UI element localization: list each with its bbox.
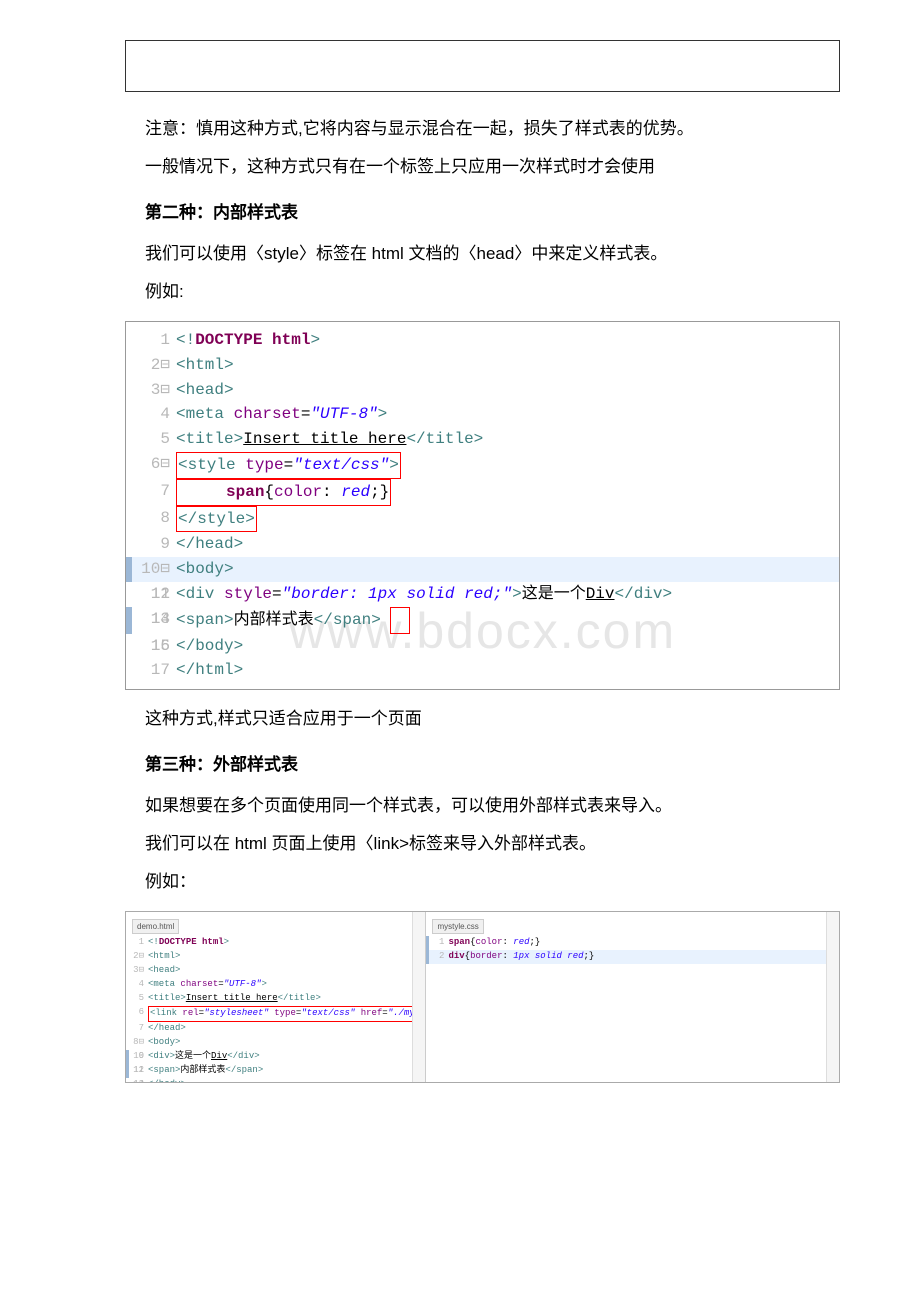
scrollbar-shade	[412, 912, 425, 1082]
code-line: 6<link rel="stylesheet" type="text/css" …	[126, 1006, 425, 1022]
paragraph-external-1: 如果想要在多个页面使用同一个样式表，可以使用外部样式表来导入。	[145, 789, 870, 823]
code-line: 8⊟<body>	[126, 1036, 425, 1050]
paragraph-external-3: 例如：	[145, 865, 870, 899]
scrollbar-shade	[826, 912, 839, 1082]
tab-label-html: demo.html	[132, 919, 179, 934]
paragraph-external-2: 我们可以在 html 页面上使用〈link>标签来导入外部样式表。	[145, 827, 870, 861]
code-example-external: demo.html 1<!DOCTYPE html>2⊟<html>3⊟<hea…	[125, 911, 840, 1083]
code-line: 12<div style="border: 1px solid red;">这是…	[126, 582, 839, 607]
code-line: 2⊟<html>	[126, 950, 425, 964]
code-line: 5<title>Insert title here</title>	[126, 992, 425, 1006]
paragraph-internal-2: 例如:	[145, 275, 870, 309]
code-pane-html: demo.html 1<!DOCTYPE html>2⊟<html>3⊟<hea…	[126, 912, 426, 1082]
paragraph-internal-3: 这种方式,样式只适合应用于一个页面	[145, 702, 870, 736]
code-line: 7</head>	[126, 1022, 425, 1036]
code-line: 6⊟<style type="text/css">	[126, 452, 839, 479]
code-line: 14</body>	[126, 1078, 425, 1083]
code-line: 1span{color: red;}	[426, 936, 839, 950]
heading-external-stylesheet: 第三种：外部样式表	[145, 750, 870, 775]
code-line: 1<!DOCTYPE html>	[126, 328, 839, 353]
code-pane-css: mystyle.css 1span{color: red;}2div{borde…	[426, 912, 839, 1082]
code-line: 9</head>	[126, 532, 839, 557]
code-example-internal: www.bdocx.com 1<!DOCTYPE html>2⊟<html>3⊟…	[125, 321, 840, 690]
document-page: 注意：慎用这种方式,它将内容与显示混合在一起，损失了样式表的优势。 一般情况下，…	[0, 0, 920, 1135]
code-line: 17</html>	[126, 658, 839, 683]
code-line: 3⊟<head>	[126, 378, 839, 403]
tab-label-css: mystyle.css	[432, 919, 483, 934]
paragraph-note-1: 注意：慎用这种方式,它将内容与显示混合在一起，损失了样式表的优势。	[145, 112, 870, 146]
code-line: 3⊟<head>	[126, 964, 425, 978]
code-line: 16</body>	[126, 634, 839, 659]
code-line: 4<meta charset="UTF-8">	[126, 402, 839, 427]
code-line: 10<div>这是一个Div</div>	[126, 1050, 425, 1064]
paragraph-internal-1: 我们可以使用〈style〉标签在 html 文档的〈head〉中来定义样式表。	[145, 237, 870, 271]
code-line: 5<title>Insert title here</title>	[126, 427, 839, 452]
code-line: 12<span>内部样式表</span>	[126, 1064, 425, 1078]
heading-internal-stylesheet: 第二种：内部样式表	[145, 198, 870, 223]
empty-placeholder-box	[125, 40, 840, 92]
paragraph-note-2: 一般情况下，这种方式只有在一个标签上只应用一次样式时才会使用	[145, 150, 870, 184]
code-line: 14<span>内部样式表</span>	[126, 607, 839, 634]
code-line: 10⊟<body>	[126, 557, 839, 582]
code-line: 1<!DOCTYPE html>	[126, 936, 425, 950]
code-line: 7 span{color: red;}	[126, 479, 839, 506]
code-line: 4<meta charset="UTF-8">	[126, 978, 425, 992]
code-line: 8</style>	[126, 506, 839, 533]
code-line: 2div{border: 1px solid red;}	[426, 950, 839, 964]
code-line: 2⊟<html>	[126, 353, 839, 378]
